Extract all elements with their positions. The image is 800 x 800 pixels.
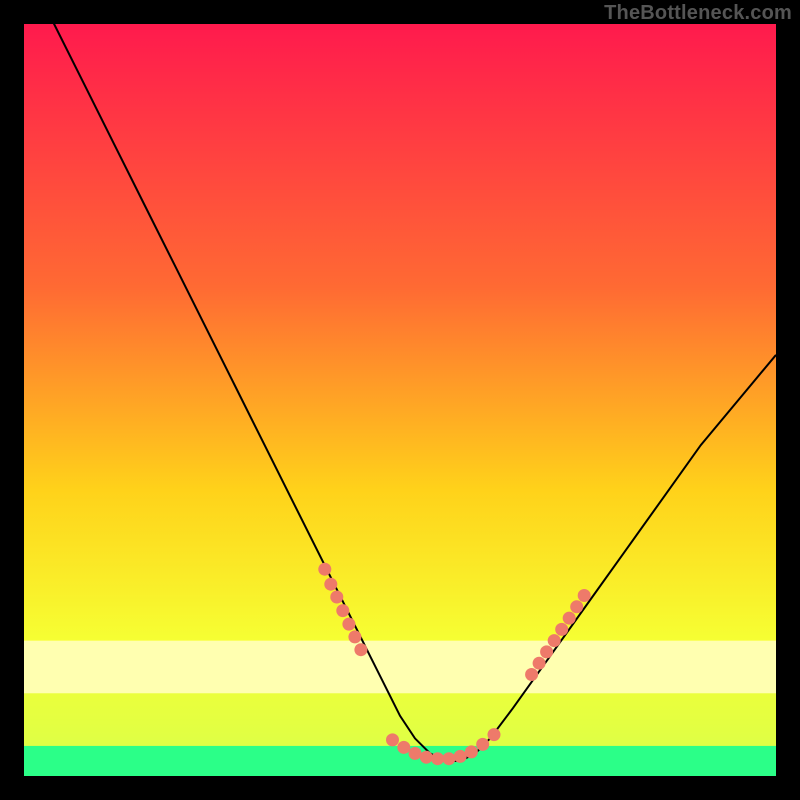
highlight-dot <box>386 733 399 746</box>
highlight-dot <box>442 752 455 765</box>
highlight-dot <box>348 630 361 643</box>
highlight-dot <box>431 752 444 765</box>
highlight-dot <box>454 750 467 763</box>
highlight-dot <box>525 668 538 681</box>
highlight-dot <box>318 563 331 576</box>
highlight-dot <box>336 604 349 617</box>
chart-stage: TheBottleneck.com <box>0 0 800 800</box>
highlight-dot <box>555 623 568 636</box>
highlight-dot <box>409 747 422 760</box>
highlight-dot <box>578 589 591 602</box>
highlight-dot <box>342 618 355 631</box>
plot-area <box>24 24 776 776</box>
highlight-dot <box>330 591 343 604</box>
curve-layer <box>24 24 776 776</box>
highlight-dot <box>465 745 478 758</box>
bottleneck-curve <box>24 24 776 761</box>
highlight-dot <box>354 643 367 656</box>
highlight-dot <box>563 612 576 625</box>
highlight-dot <box>540 645 553 658</box>
highlight-dot <box>420 751 433 764</box>
highlight-dot <box>476 738 489 751</box>
highlight-dot <box>533 657 546 670</box>
highlight-dot <box>488 728 501 741</box>
credit-label: TheBottleneck.com <box>604 2 792 25</box>
highlight-dot <box>570 600 583 613</box>
highlight-dots <box>318 563 590 766</box>
highlight-dot <box>397 741 410 754</box>
highlight-dot <box>324 578 337 591</box>
highlight-dot <box>548 634 561 647</box>
